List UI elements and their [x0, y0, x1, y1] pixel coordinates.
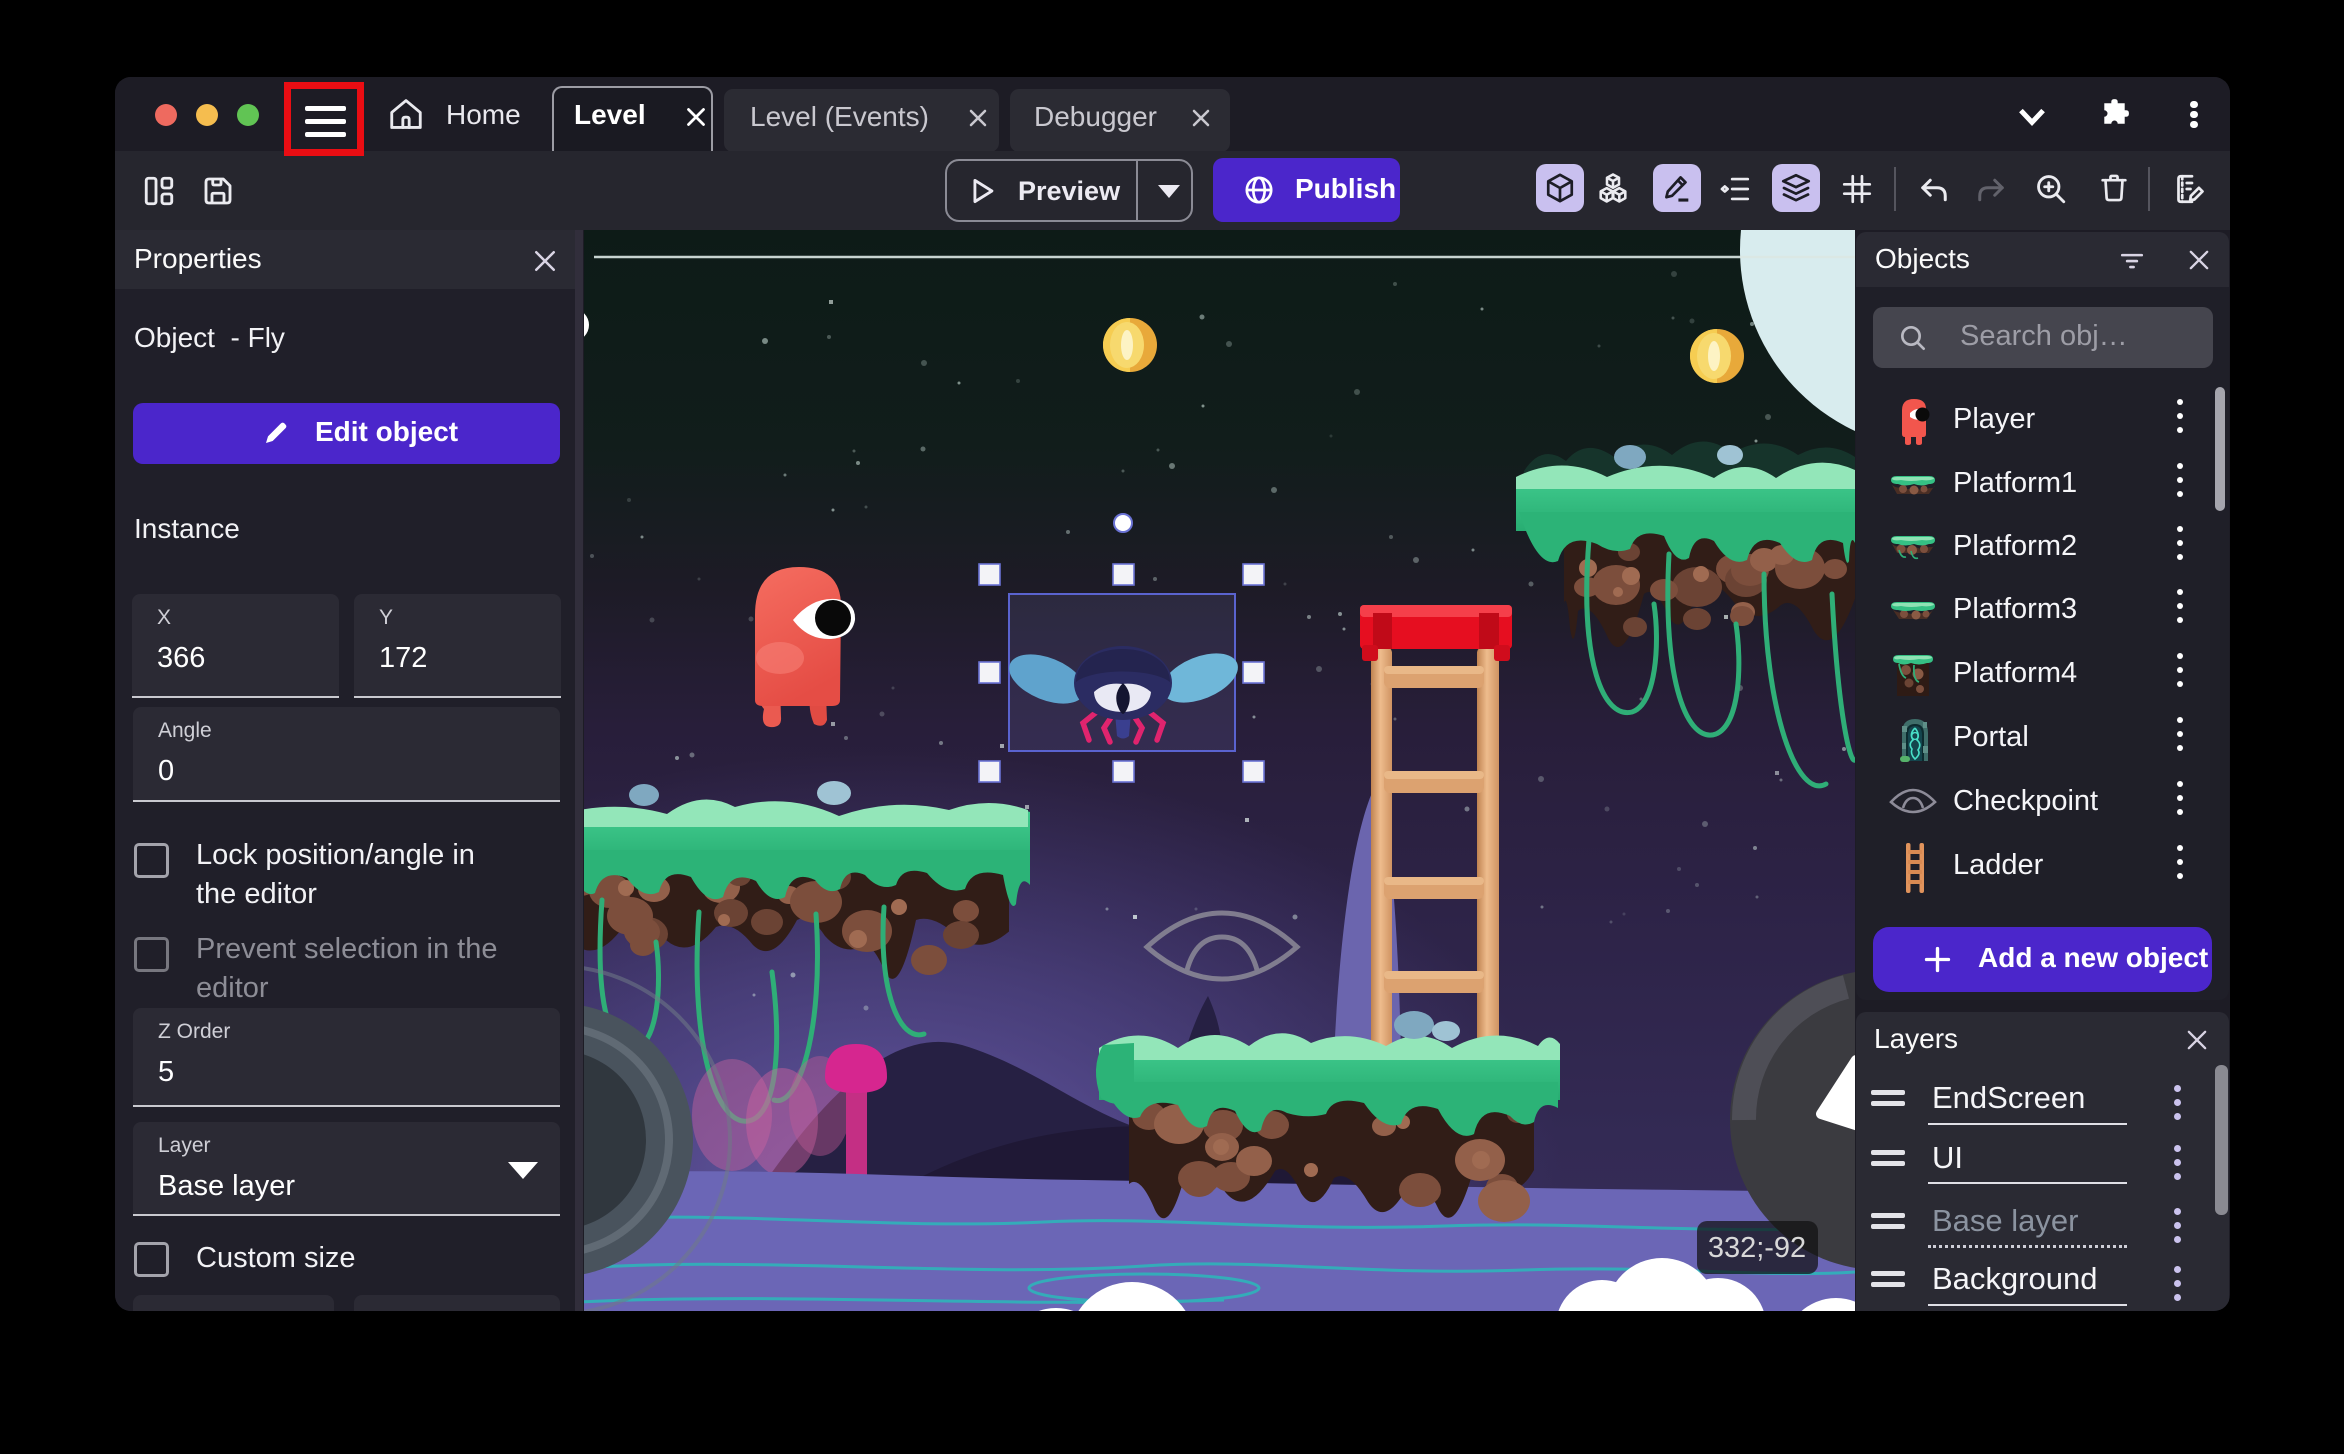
svg-text:332;-92: 332;-92	[1708, 1232, 1806, 1264]
